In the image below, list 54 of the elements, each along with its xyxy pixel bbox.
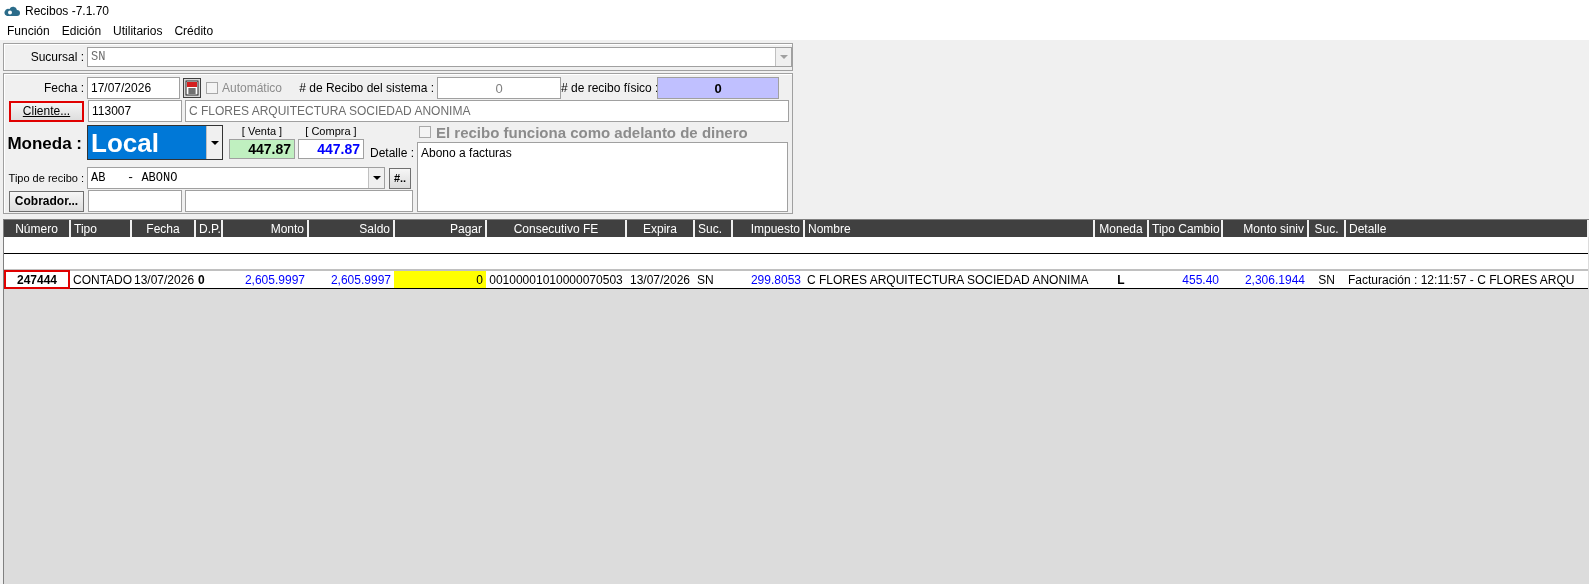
collector-code-field[interactable] (88, 190, 182, 212)
detail-text-area[interactable]: Abono a facturas (417, 142, 788, 212)
collector-name-field[interactable] (185, 190, 413, 212)
dropdown-arrow-icon (779, 55, 788, 59)
collector-button[interactable]: Cobrador... (9, 190, 84, 212)
dropdown-arrow-icon (210, 140, 219, 145)
column-header[interactable]: Fecha (131, 220, 195, 237)
client-code-field[interactable]: 113007 (88, 100, 182, 122)
receipt-number-field[interactable]: 0 (437, 77, 561, 99)
column-header[interactable]: Saldo (308, 220, 394, 237)
column-header[interactable]: Expira (626, 220, 694, 237)
rate-label: [ Compra ] (305, 125, 357, 139)
column-header[interactable]: Consecutivo FE (486, 220, 626, 237)
column-header[interactable]: Tipo (70, 220, 131, 237)
column-header[interactable]: D.P. (195, 220, 222, 237)
column-header[interactable]: Pagar (394, 220, 486, 237)
column-header[interactable]: Nombre (804, 220, 1094, 237)
field-label: Tipo de recibo : (7, 172, 85, 184)
menu-item[interactable]: Crédito (168, 24, 220, 38)
field-label: Detalle : (369, 146, 414, 160)
menu-item[interactable]: Edición (55, 24, 108, 38)
checkbox-label: Automático (222, 81, 284, 95)
branch-dropdown[interactable]: SN (87, 47, 792, 67)
receipt-type-dropdown[interactable]: AB - ABONO (87, 167, 385, 189)
column-header[interactable]: Moneda (1094, 220, 1148, 237)
purchase-rate-field[interactable]: 447.87 (298, 139, 364, 159)
column-header[interactable]: Detalle (1345, 220, 1588, 237)
checkbox-label: El recibo funciona como adelanto de dinero (436, 123, 748, 141)
dropdown-arrow-icon (372, 176, 381, 180)
menu-item[interactable]: Utilitarios (107, 24, 169, 38)
date-field[interactable]: 17/07/2026 (87, 77, 180, 99)
currency-label: Moneda : (6, 134, 83, 154)
client-name-field[interactable]: C FLORES ARQUITECTURA SOCIEDAD ANONIMA (185, 100, 789, 122)
rate-label: [ Venta ] (241, 125, 283, 139)
column-header[interactable]: Número (4, 220, 70, 237)
lookup-button[interactable]: #.. (389, 167, 411, 189)
cloud-app-icon (4, 5, 20, 17)
column-header[interactable]: Monto siniv (1222, 220, 1308, 237)
column-header[interactable]: Suc. (1308, 220, 1345, 237)
column-header[interactable]: Monto (222, 220, 308, 237)
currency-dropdown[interactable]: Local (87, 125, 223, 160)
column-header[interactable]: Tipo Cambio (1148, 220, 1222, 237)
column-header[interactable]: Impuesto (732, 220, 804, 237)
physical-receipt-field[interactable]: 0 (657, 77, 779, 99)
menu-item[interactable]: Función (1, 24, 56, 38)
field-label: Sucursal : (29, 50, 85, 64)
window-title: Recibos -7.1.70 (25, 4, 110, 18)
column-header[interactable]: Suc. (694, 220, 732, 237)
table-cell: 247444 (4, 270, 70, 289)
client-button[interactable]: Cliente... (9, 100, 84, 122)
sale-rate-field[interactable]: 447.87 (229, 139, 295, 159)
calendar-icon[interactable] (183, 78, 201, 98)
field-label: # de Recibo del sistema : (298, 81, 434, 95)
field-label: Fecha : (42, 81, 85, 95)
